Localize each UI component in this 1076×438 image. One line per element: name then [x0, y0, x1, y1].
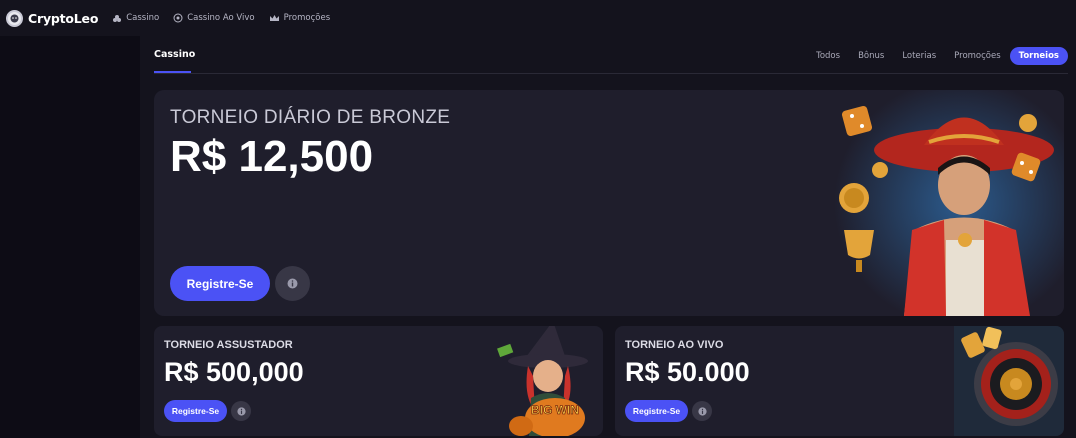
roulette-wheel-illustration — [954, 326, 1064, 436]
witch-big-win-illustration: BIG WIN — [497, 326, 588, 436]
nav-item-promocoes[interactable]: Promoções — [269, 13, 331, 23]
hero-tournament-card: TORNEIO DIÁRIO DE BRONZE R$ 12,500 Regis… — [154, 90, 1064, 316]
info-icon — [287, 278, 298, 289]
cards-icon — [113, 14, 122, 22]
nav-item-cassino-ao-vivo[interactable]: Cassino Ao Vivo — [173, 13, 255, 23]
card-register-button[interactable]: Registre-Se — [164, 400, 227, 422]
section-tabs: Cassino Todos Bônus Loterias Promoções T… — [154, 36, 1068, 74]
top-bar: CryptoLeo Cassino Cassino Ao Vivo Promoç… — [0, 0, 1076, 36]
info-icon — [697, 406, 707, 416]
active-tab-indicator — [154, 71, 191, 73]
card-info-button[interactable] — [231, 401, 251, 421]
nav-item-label: Cassino Ao Vivo — [187, 13, 255, 23]
nav-item-label: Cassino — [126, 13, 160, 23]
sidebar — [0, 36, 140, 438]
filter-todos[interactable]: Todos — [807, 47, 849, 65]
category-filters: Todos Bônus Loterias Promoções Torneios — [807, 47, 1068, 65]
card-title: TORNEIO ASSUSTADOR — [164, 339, 293, 351]
tab-cassino[interactable]: Cassino — [154, 49, 195, 60]
main-content: Cassino Todos Bônus Loterias Promoções T… — [140, 36, 1076, 438]
filter-bonus[interactable]: Bônus — [849, 47, 893, 65]
filter-torneios[interactable]: Torneios — [1009, 47, 1068, 65]
info-icon — [236, 406, 246, 416]
nav-item-cassino[interactable]: Cassino — [112, 13, 159, 23]
card-title: TORNEIO AO VIVO — [625, 339, 724, 351]
live-casino-icon — [173, 13, 183, 23]
filter-promocoes[interactable]: Promoções — [945, 47, 1010, 65]
hero-register-button[interactable]: Registre-Se — [170, 266, 270, 301]
lion-logo-icon — [6, 9, 23, 27]
card-info-button[interactable] — [692, 401, 712, 421]
tournament-card-assustador: TORNEIO ASSUSTADOR R$ 500,000 Registre-S… — [154, 326, 603, 436]
hero-prize-amount: R$ 12,500 — [170, 132, 374, 181]
card-prize-amount: R$ 50.000 — [625, 357, 750, 387]
nav-item-label: Promoções — [283, 13, 331, 23]
hero-info-button[interactable] — [275, 266, 310, 301]
brand-name: CryptoLeo — [28, 10, 99, 26]
top-nav: Cassino Cassino Ao Vivo Promoções — [112, 13, 344, 23]
filter-loterias[interactable]: Loterias — [893, 47, 945, 65]
tournament-card-ao-vivo: TORNEIO AO VIVO R$ 50.000 Registre-Se — [615, 326, 1064, 436]
hero-title: TORNEIO DIÁRIO DE BRONZE — [170, 107, 451, 128]
crown-icon — [269, 14, 279, 21]
card-register-button[interactable]: Registre-Se — [625, 400, 688, 422]
card-prize-amount: R$ 500,000 — [164, 357, 304, 387]
brand[interactable]: CryptoLeo — [6, 9, 99, 27]
big-win-text: BIG WIN — [531, 403, 579, 417]
hero-mascot-illustration — [834, 90, 1064, 316]
